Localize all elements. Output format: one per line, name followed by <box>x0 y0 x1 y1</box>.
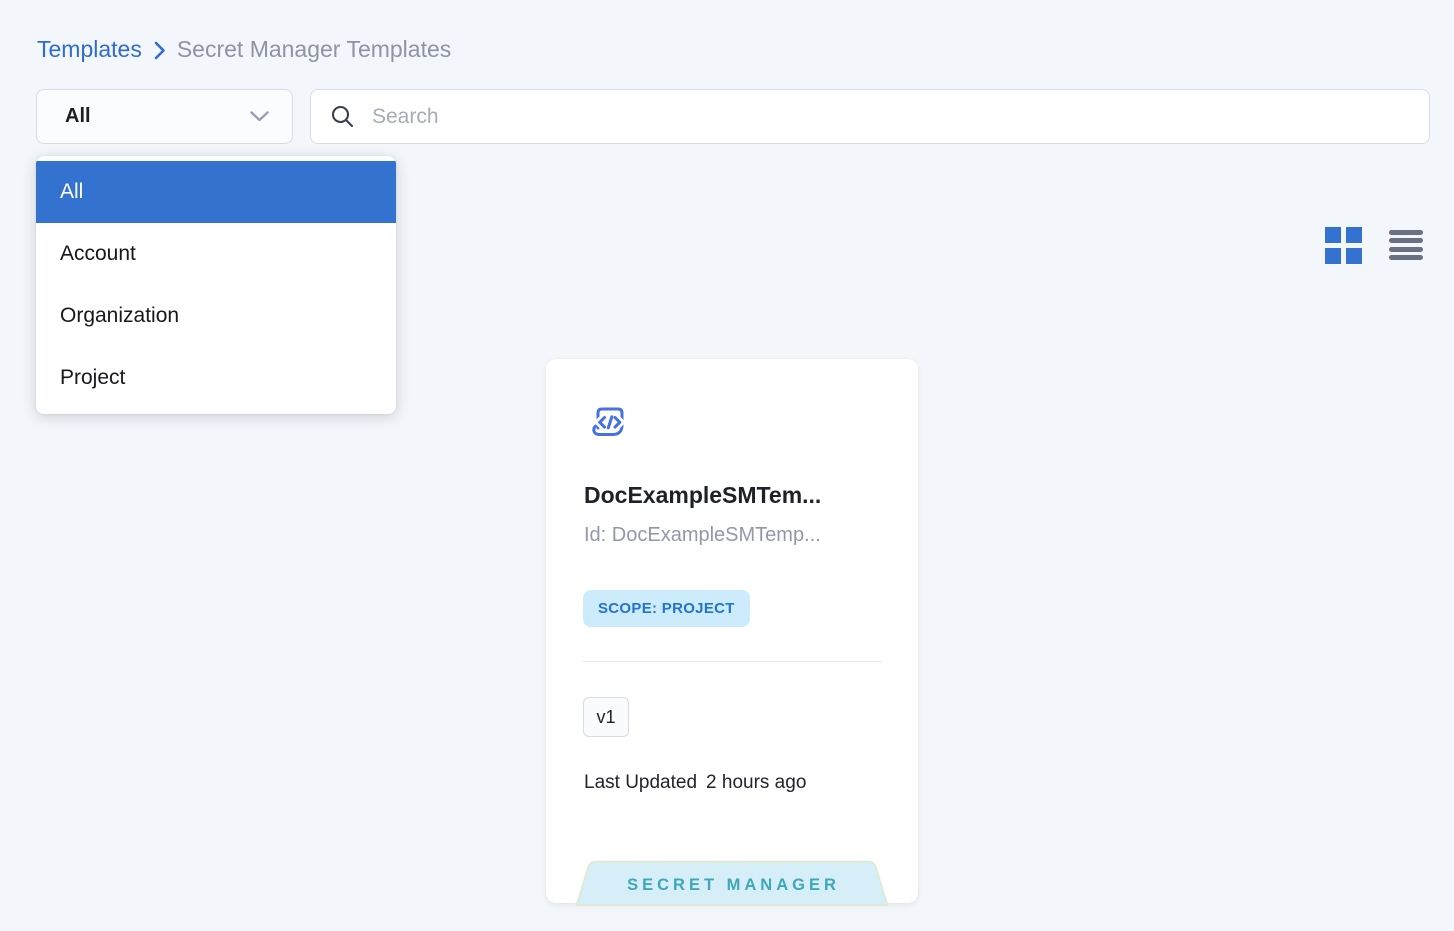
scope-badge: SCOPE: PROJECT <box>583 590 750 627</box>
template-type-tag: SECRET MANAGER <box>576 860 889 906</box>
search-icon <box>330 104 355 129</box>
template-card[interactable]: DocExampleSMTem... Id: DocExampleSMTemp.… <box>546 359 918 903</box>
chevron-down-icon <box>249 110 270 123</box>
breadcrumb: Templates Secret Manager Templates <box>37 36 451 63</box>
last-updated-value: 2 hours ago <box>706 772 806 794</box>
menu-item-project[interactable]: Project <box>36 347 396 409</box>
list-bar <box>1389 247 1423 252</box>
grid-square <box>1325 227 1341 243</box>
search-bar <box>310 89 1430 144</box>
page-title: Secret Manager Templates <box>177 36 451 63</box>
menu-item-all[interactable]: All <box>36 161 396 223</box>
scope-filter-menu: All Account Organization Project <box>36 156 396 414</box>
search-input[interactable] <box>370 104 1410 130</box>
breadcrumb-templates-link[interactable]: Templates <box>37 36 142 63</box>
list-bar <box>1389 230 1423 235</box>
version-chip: v1 <box>583 697 629 737</box>
scope-filter-select[interactable]: All <box>36 89 293 144</box>
list-bar <box>1389 255 1423 260</box>
last-updated: Last Updated 2 hours ago <box>584 772 806 794</box>
menu-item-organization[interactable]: Organization <box>36 285 396 347</box>
card-divider <box>583 661 882 662</box>
template-name: DocExampleSMTem... <box>584 482 821 509</box>
grid-view-icon[interactable] <box>1325 227 1362 264</box>
last-updated-label: Last Updated <box>584 772 697 794</box>
list-view-icon[interactable] <box>1389 230 1423 260</box>
template-id: Id: DocExampleSMTemp... <box>584 524 821 547</box>
secret-manager-template-icon <box>587 402 629 444</box>
menu-item-account[interactable]: Account <box>36 223 396 285</box>
grid-square <box>1346 248 1362 264</box>
scope-filter-value: All <box>65 105 91 128</box>
list-bar <box>1389 238 1423 243</box>
grid-square <box>1346 227 1362 243</box>
breadcrumb-chevron-icon <box>153 40 166 61</box>
template-type-label: SECRET MANAGER <box>627 876 840 894</box>
grid-square <box>1325 248 1341 264</box>
